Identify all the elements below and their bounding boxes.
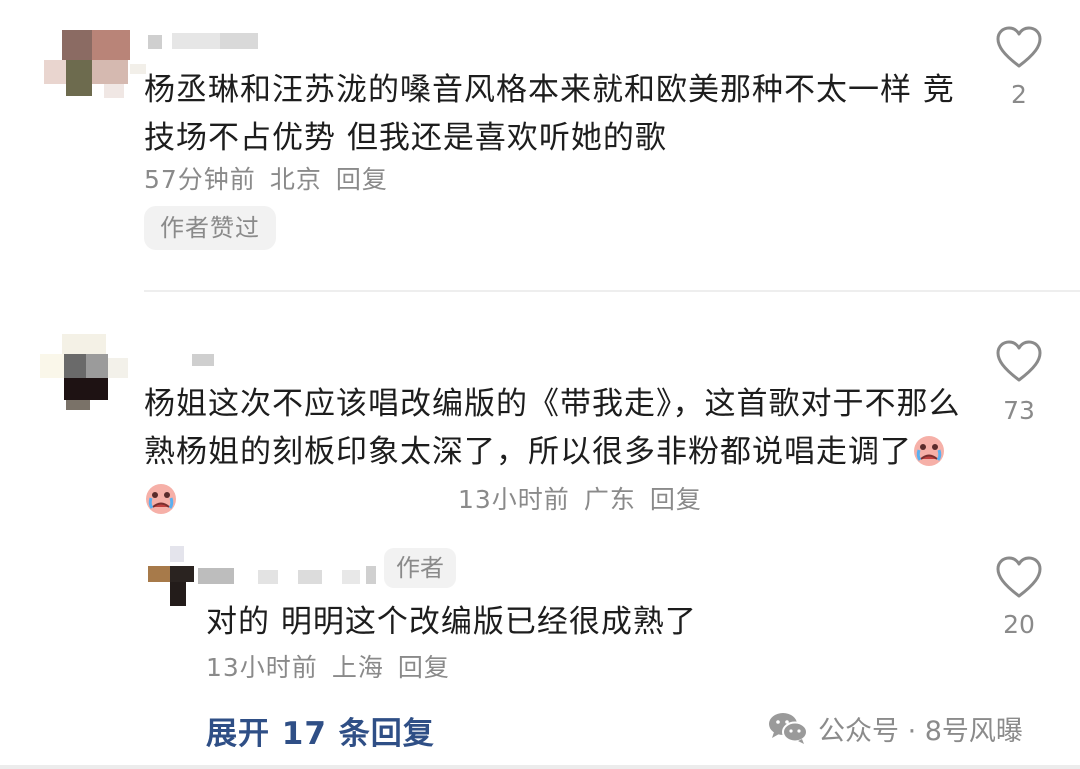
author-tag: 作者 <box>384 548 456 588</box>
crying-face-emoji <box>914 436 944 466</box>
watermark-text: 公众号 · 8号风曝 <box>818 715 1023 747</box>
watermark: 公众号 · 8号风曝 <box>768 705 1023 751</box>
like-heart-icon[interactable] <box>995 556 1043 600</box>
comment-time: 57分钟前 <box>144 165 256 194</box>
comment-text: 对的 明明这个改编版已经很成熟了 <box>206 604 697 640</box>
bottom-border <box>0 765 1080 769</box>
avatar[interactable] <box>40 334 130 410</box>
comment-meta: 13小时前 广东 回复 <box>458 480 716 516</box>
comment-time: 13小时前 <box>206 653 318 682</box>
username-blurred[interactable] <box>148 33 258 51</box>
comment-divider <box>144 290 1080 292</box>
wechat-icon <box>769 713 808 744</box>
like-heart-icon[interactable] <box>995 26 1043 70</box>
reply-button[interactable]: 回复 <box>398 653 450 682</box>
comment-meta: 57分钟前 北京 回复 <box>144 160 402 196</box>
like-count: 2 <box>1011 80 1027 109</box>
like-heart-icon[interactable] <box>995 340 1043 384</box>
reply-button[interactable]: 回复 <box>336 165 388 194</box>
comment-time: 13小时前 <box>458 485 570 514</box>
reply-button[interactable]: 回复 <box>650 485 702 514</box>
author-liked-badge: 作者赞过 <box>144 206 276 250</box>
like-count: 20 <box>1003 610 1035 639</box>
comment-location: 北京 <box>269 165 322 194</box>
comment-location: 广东 <box>583 485 636 514</box>
avatar[interactable] <box>44 30 146 100</box>
avatar[interactable] <box>148 546 198 610</box>
comment-body: 杨姐这次不应该唱改编版的《带我走》，这首歌对于不那么熟杨姐的刻板印象太深了，所以… <box>144 386 961 470</box>
crying-face-emoji <box>146 484 176 514</box>
expand-replies-button[interactable]: 展开 17 条回复 <box>206 708 435 753</box>
comment-location: 上海 <box>331 653 384 682</box>
username-blurred[interactable] <box>198 566 384 586</box>
comment-meta: 13小时前 上海 回复 <box>206 648 464 684</box>
like-count: 73 <box>1003 396 1035 425</box>
username-blurred[interactable] <box>192 354 216 368</box>
comment-text: 杨丞琳和汪苏泷的嗓音风格本来就和欧美那种不太一样 竞技场不占优势 但我还是喜欢听… <box>144 72 955 156</box>
